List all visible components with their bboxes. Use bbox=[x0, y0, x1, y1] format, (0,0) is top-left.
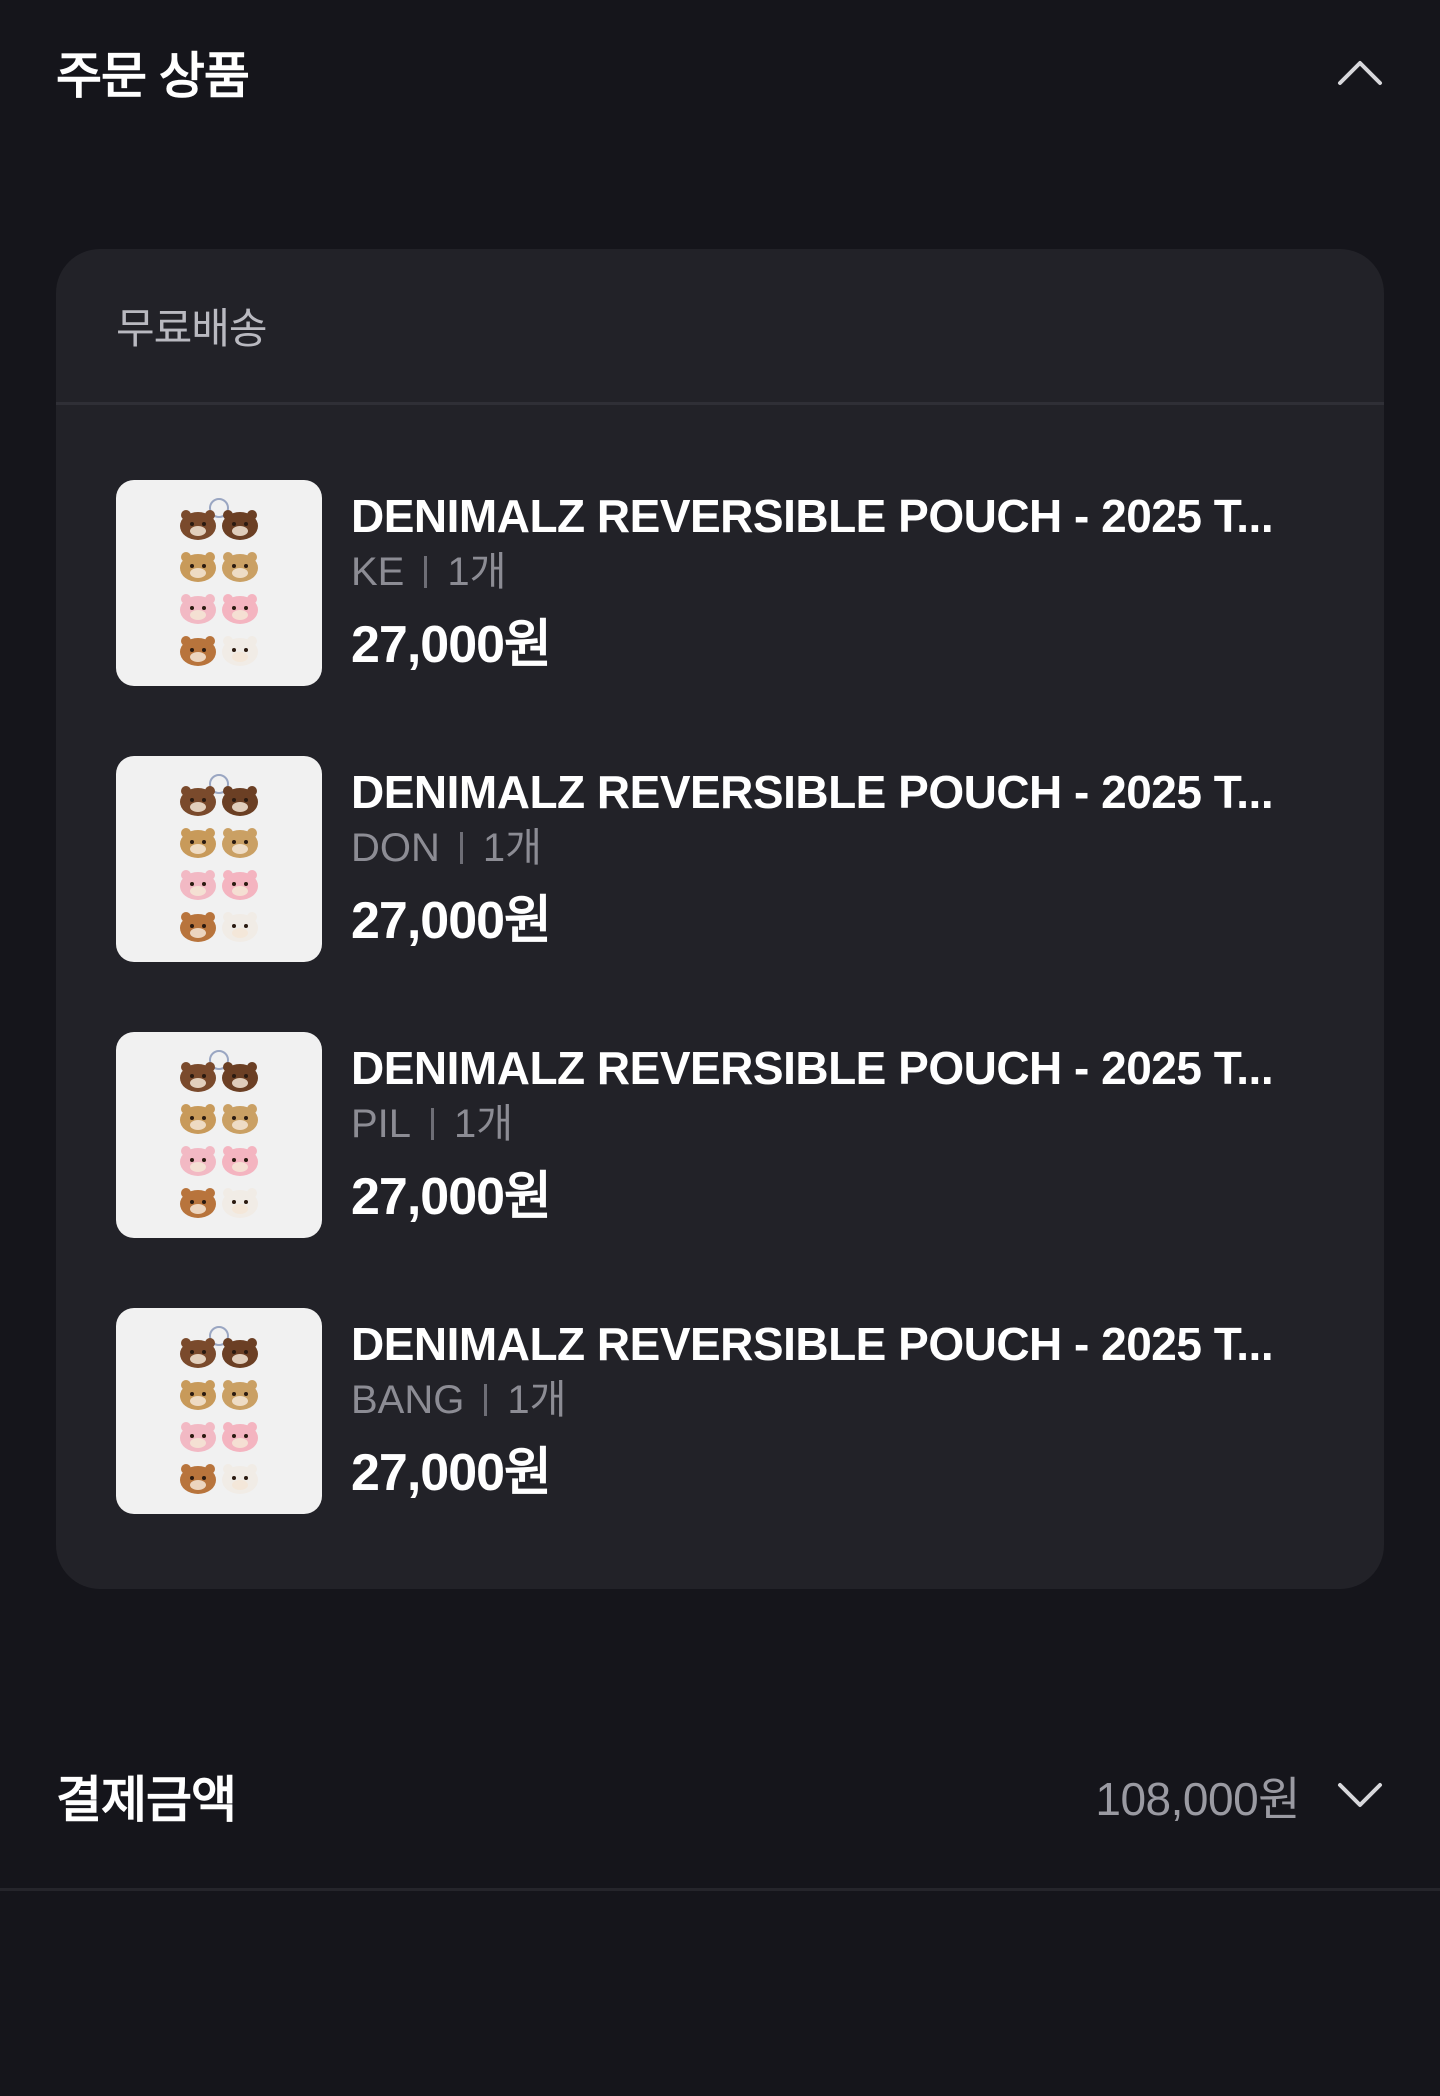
order-section-title: 주문 상품 bbox=[56, 48, 250, 104]
order-items-card: 무료배송 DENIMALZ REVERSIBLE POUCH - 2025 T.… bbox=[56, 249, 1384, 1589]
payment-amount-group: 108,000원 bbox=[1095, 1763, 1384, 1829]
product-option: BANG bbox=[351, 1378, 465, 1422]
product-price: 27,000원 bbox=[351, 892, 552, 950]
product-option-line: BANG 1개 bbox=[351, 1374, 1351, 1426]
option-divider bbox=[484, 1384, 488, 1416]
product-quantity: 1개 bbox=[507, 1378, 567, 1422]
product-quantity: 1개 bbox=[454, 1102, 514, 1146]
product-option: KE bbox=[351, 550, 405, 594]
product-info: DENIMALZ REVERSIBLE POUCH - 2025 T... BA… bbox=[351, 1308, 1351, 1504]
order-item[interactable]: DENIMALZ REVERSIBLE POUCH - 2025 T... DO… bbox=[116, 756, 1346, 962]
option-divider bbox=[424, 556, 428, 588]
order-section-header[interactable]: 주문 상품 bbox=[56, 28, 1384, 116]
product-name: DENIMALZ REVERSIBLE POUCH - 2025 T... bbox=[351, 490, 1274, 542]
shipping-label: 무료배송 bbox=[116, 305, 268, 352]
order-item[interactable]: DENIMALZ REVERSIBLE POUCH - 2025 T... KE… bbox=[116, 480, 1346, 686]
product-quantity: 1개 bbox=[447, 550, 507, 594]
product-thumbnail[interactable] bbox=[116, 480, 322, 686]
order-item[interactable]: DENIMALZ REVERSIBLE POUCH - 2025 T... PI… bbox=[116, 1032, 1346, 1238]
product-option-line: PIL 1개 bbox=[351, 1098, 1351, 1150]
chevron-down-icon[interactable] bbox=[1336, 1772, 1384, 1820]
product-option-line: DON 1개 bbox=[351, 822, 1351, 874]
product-quantity: 1개 bbox=[482, 826, 542, 870]
order-item[interactable]: DENIMALZ REVERSIBLE POUCH - 2025 T... BA… bbox=[116, 1308, 1346, 1514]
product-name: DENIMALZ REVERSIBLE POUCH - 2025 T... bbox=[351, 1318, 1274, 1370]
payment-summary-row[interactable]: 결제금액 108,000원 bbox=[56, 1748, 1384, 1844]
option-divider bbox=[459, 832, 463, 864]
product-thumbnail[interactable] bbox=[116, 1308, 322, 1514]
section-divider bbox=[0, 1888, 1440, 1891]
payment-title: 결제금액 bbox=[56, 1772, 237, 1828]
product-name: DENIMALZ REVERSIBLE POUCH - 2025 T... bbox=[351, 1042, 1274, 1094]
product-option-line: KE 1개 bbox=[351, 546, 1351, 598]
product-price: 27,000원 bbox=[351, 1444, 552, 1502]
product-price: 27,000원 bbox=[351, 616, 552, 674]
product-thumbnail[interactable] bbox=[116, 1032, 322, 1238]
product-info: DENIMALZ REVERSIBLE POUCH - 2025 T... KE… bbox=[351, 480, 1351, 676]
product-option: DON bbox=[351, 826, 440, 870]
chevron-up-icon[interactable] bbox=[1336, 48, 1384, 96]
product-name: DENIMALZ REVERSIBLE POUCH - 2025 T... bbox=[351, 766, 1274, 818]
product-info: DENIMALZ REVERSIBLE POUCH - 2025 T... DO… bbox=[351, 756, 1351, 952]
product-info: DENIMALZ REVERSIBLE POUCH - 2025 T... PI… bbox=[351, 1032, 1351, 1228]
product-option: PIL bbox=[351, 1102, 412, 1146]
payment-amount: 108,000원 bbox=[1095, 1773, 1300, 1825]
shipping-header: 무료배송 bbox=[56, 249, 1384, 405]
product-price: 27,000원 bbox=[351, 1168, 552, 1226]
option-divider bbox=[431, 1108, 435, 1140]
product-thumbnail[interactable] bbox=[116, 756, 322, 962]
